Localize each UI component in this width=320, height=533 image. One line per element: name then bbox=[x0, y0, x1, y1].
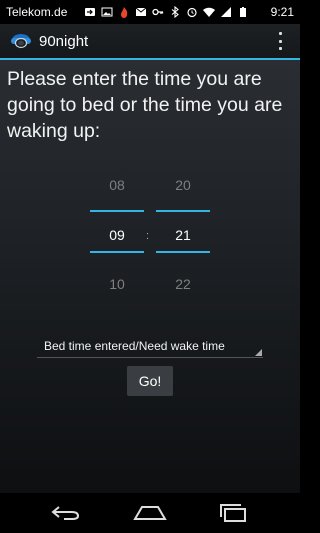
image-icon bbox=[101, 7, 113, 17]
prompt-text: Please enter the time you are going to b… bbox=[7, 68, 283, 142]
flame-icon bbox=[121, 7, 128, 18]
overflow-menu-icon[interactable] bbox=[277, 32, 283, 50]
notification-icon bbox=[85, 8, 95, 16]
hour-prev[interactable]: 08 bbox=[90, 177, 144, 193]
status-icons bbox=[84, 4, 249, 20]
go-button[interactable]: Go! bbox=[127, 366, 173, 396]
carrier-label: Telekom.de bbox=[6, 5, 68, 19]
car-logo-icon[interactable] bbox=[10, 33, 32, 49]
hour-picker[interactable]: 08 09 10 bbox=[90, 170, 144, 300]
recents-icon[interactable] bbox=[218, 503, 248, 523]
clock: 9:21 bbox=[270, 5, 294, 19]
minute-next[interactable]: 22 bbox=[156, 276, 210, 292]
bluetooth-icon bbox=[171, 6, 179, 18]
minute-picker[interactable]: 20 21 22 bbox=[156, 170, 210, 300]
action-bar: 90night bbox=[0, 24, 300, 60]
time-separator: : bbox=[146, 230, 150, 242]
minute-prev[interactable]: 20 bbox=[156, 177, 210, 193]
home-icon[interactable] bbox=[133, 505, 167, 521]
app-title: 90night bbox=[39, 33, 89, 50]
hour-divider-top bbox=[90, 210, 144, 212]
minute-divider-bottom bbox=[156, 251, 210, 253]
status-bar: Telekom.de 9:21 bbox=[0, 0, 300, 24]
alarm-icon bbox=[187, 7, 197, 18]
mode-spinner-label: Bed time entered/Need wake time bbox=[44, 339, 225, 353]
navigation-bar bbox=[0, 493, 300, 533]
back-icon[interactable] bbox=[50, 505, 82, 521]
hour-divider-bottom bbox=[90, 251, 144, 253]
minute-divider-top bbox=[156, 210, 210, 212]
signal-icon bbox=[221, 7, 231, 17]
hour-current[interactable]: 09 bbox=[90, 227, 144, 243]
hour-next[interactable]: 10 bbox=[90, 276, 144, 292]
key-icon bbox=[152, 8, 164, 16]
main-content: Please enter the time you are going to b… bbox=[0, 60, 300, 493]
mode-spinner[interactable]: Bed time entered/Need wake time bbox=[37, 335, 263, 358]
spinner-arrow-icon bbox=[255, 349, 262, 356]
gmail-icon bbox=[135, 7, 147, 16]
minute-current[interactable]: 21 bbox=[156, 227, 210, 243]
wifi-icon bbox=[203, 7, 215, 17]
battery-icon bbox=[240, 7, 246, 17]
